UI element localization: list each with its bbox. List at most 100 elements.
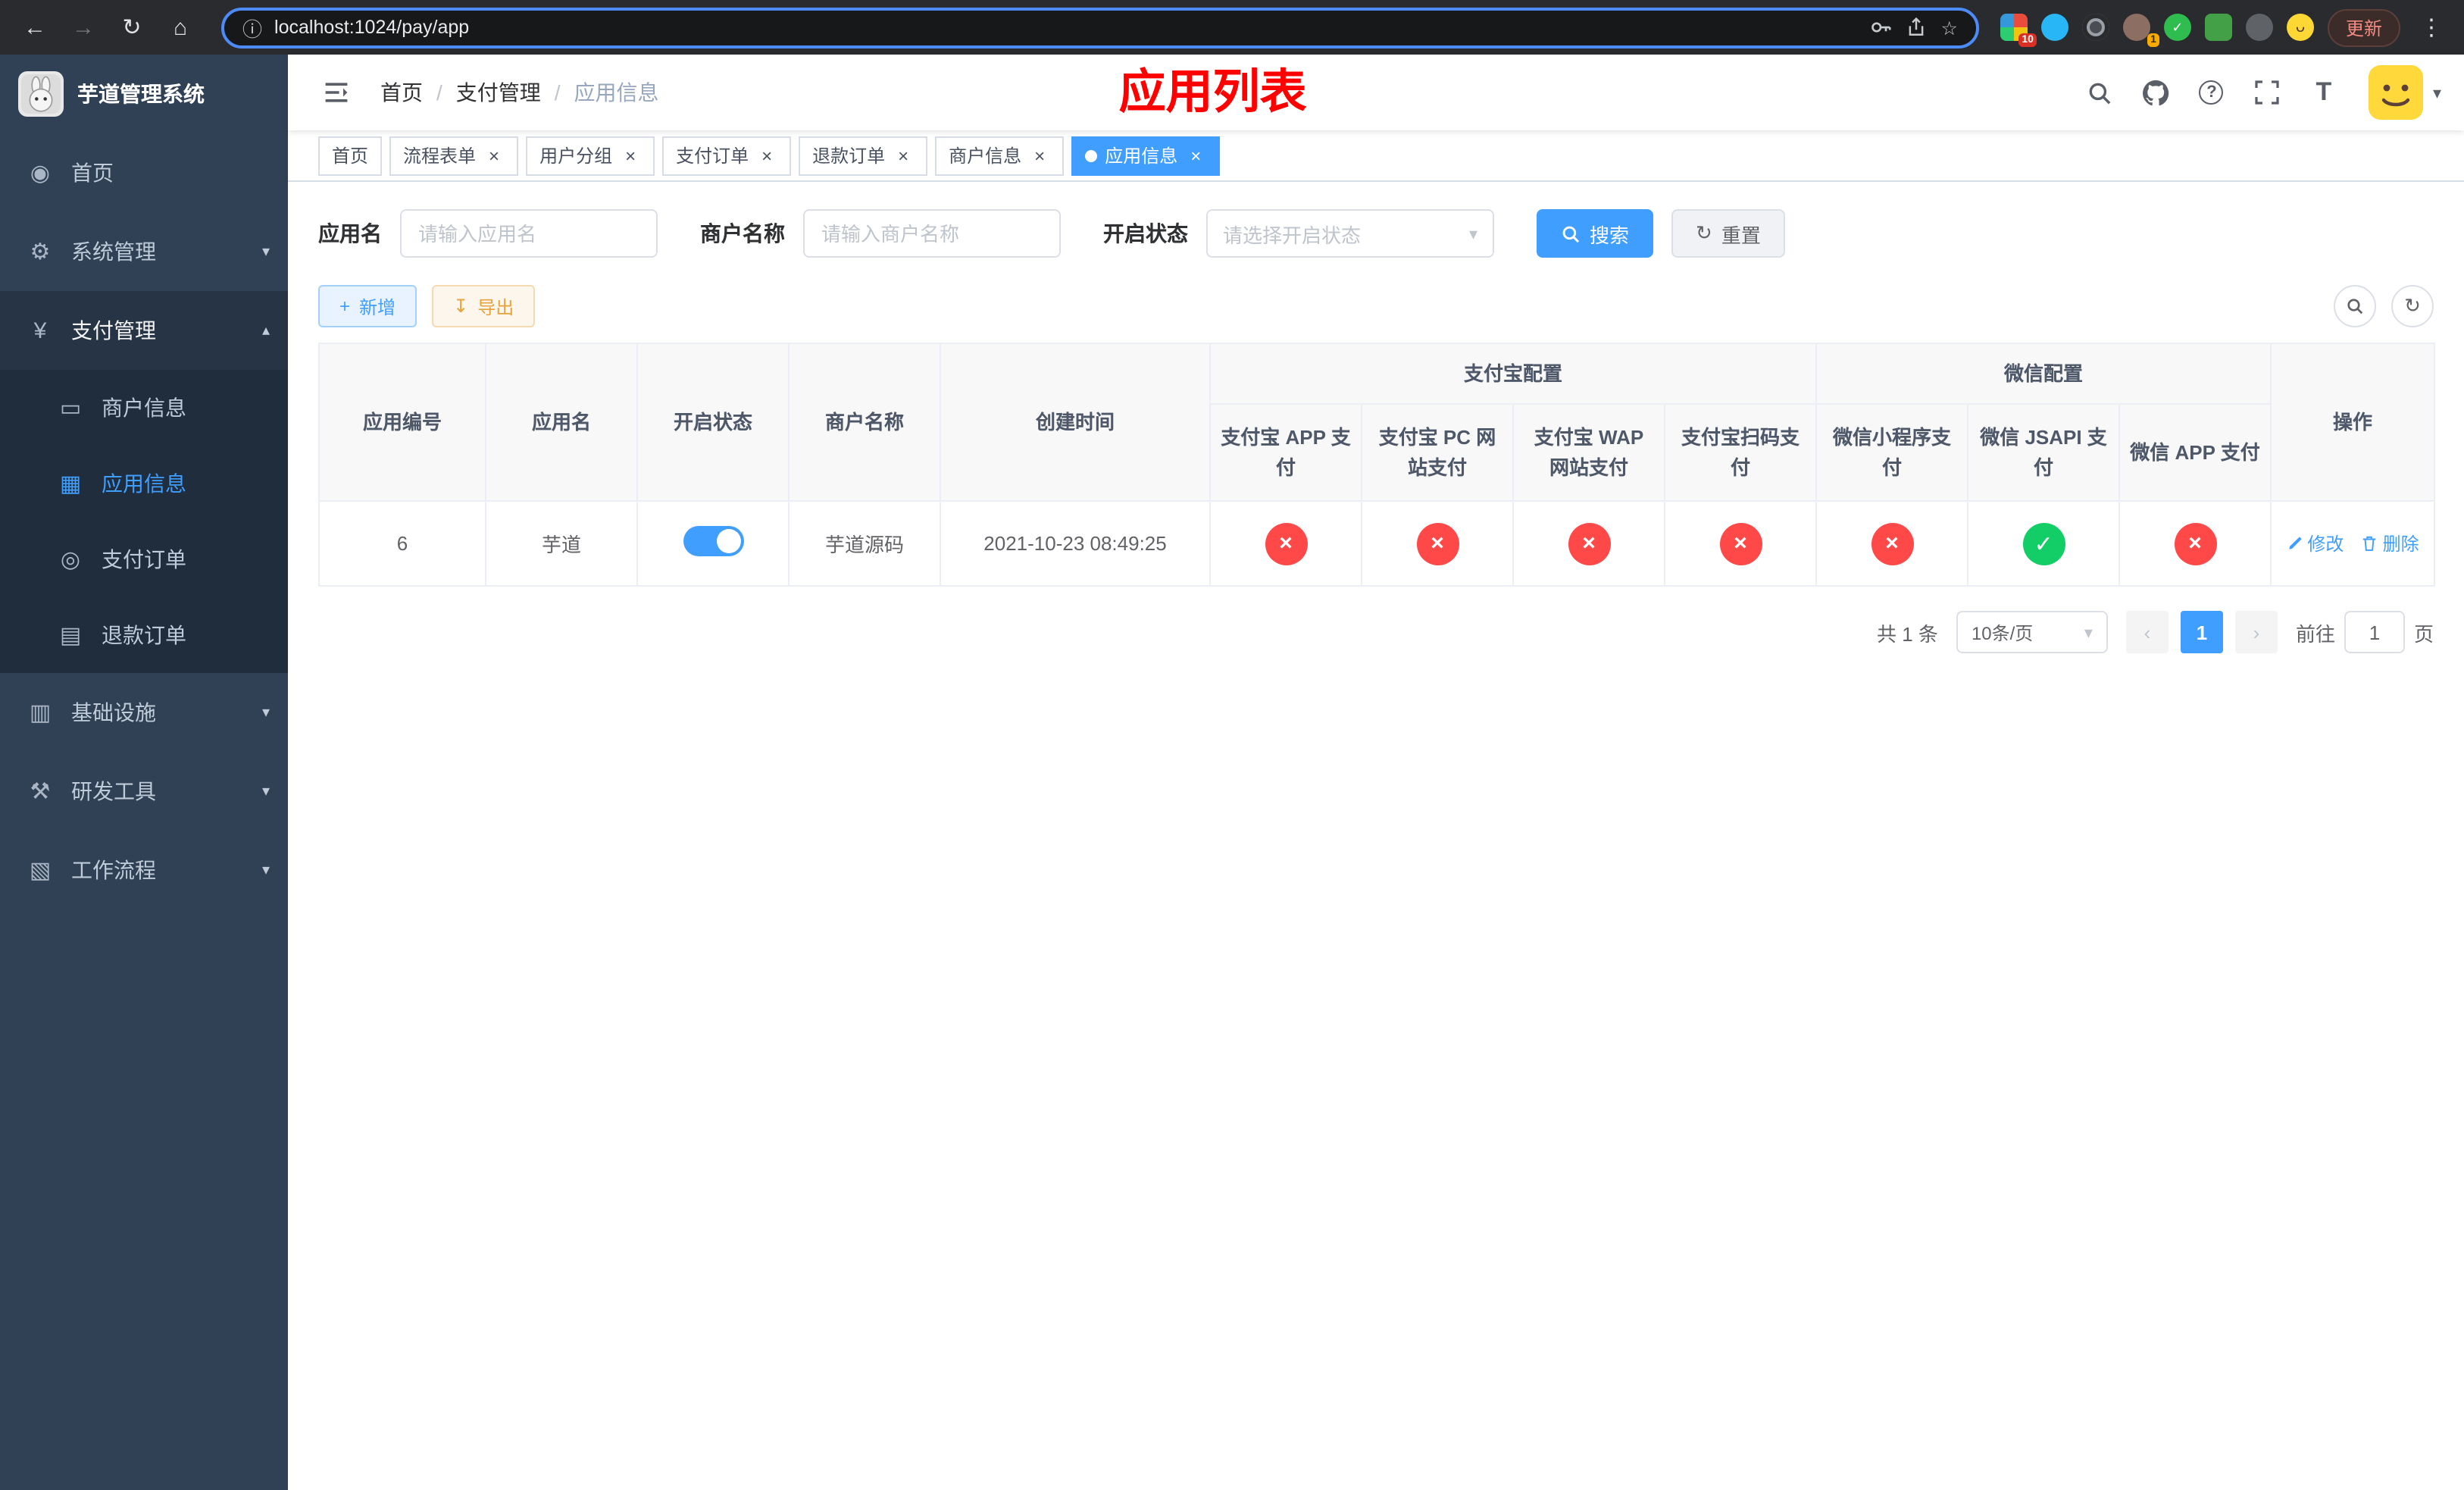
close-tab-icon[interactable]: × [620,145,641,166]
help-icon[interactable]: ? [2195,76,2228,109]
sidebar-item-merchant-info[interactable]: ▭ 商户信息 [0,370,288,446]
app-logo-row[interactable]: 芋道管理系统 [0,55,288,133]
edit-link-label: 修改 [2307,534,2344,555]
hamburger-icon[interactable] [311,67,362,118]
close-tab-icon[interactable]: × [893,145,914,166]
tab-home[interactable]: 首页 [318,136,383,175]
tab-process-form[interactable]: 流程表单 × [389,136,519,175]
chevron-down-icon: ▾ [261,243,270,260]
breadcrumb-payment[interactable]: 支付管理 [456,77,541,108]
sidebar-item-refund-order[interactable]: ▤ 退款订单 [0,597,288,673]
reset-button[interactable]: ↻ 重置 [1671,209,1785,258]
chrome-update-button[interactable]: 更新 [2327,8,2400,46]
app-name-label: 应用名 [318,221,382,246]
avatar-extension-icon[interactable]: 1 [2122,14,2159,47]
tab-user-group[interactable]: 用户分组 × [526,136,655,175]
search-button-label: 搜索 [1590,224,1630,246]
payment-submenu: ▭ 商户信息 ▦ 应用信息 ◎ 支付订单 ▤ 退款订单 [0,370,288,673]
sidebar-menu: ◉ 首页 ⚙ 系统管理 ▾ ¥ 支付管理 ▴ ▭ 商户信息 ▦ 应用信息 ◎ 支… [0,133,288,909]
tab-refund-order[interactable]: 退款订单 × [799,136,928,175]
breadcrumb-current: 应用信息 [574,80,659,105]
browser-home-icon[interactable]: ⌂ [161,8,200,47]
chat-extension-icon[interactable] [2204,14,2232,41]
bank-card-icon: ▭ [59,396,82,421]
url-bar[interactable]: ⓘ localhost:1024/pay/app ☆ [221,7,1979,48]
app-name-input[interactable] [400,209,658,258]
col-app-id: 应用编号 [318,343,486,502]
export-button[interactable]: ↧ 导出 [432,285,536,327]
refresh-table-button[interactable]: ↻ [2391,285,2434,327]
close-tab-icon[interactable]: × [1029,145,1050,166]
sidebar-item-payment[interactable]: ¥ 支付管理 ▴ [0,291,288,370]
tab-pay-order[interactable]: 支付订单 × [662,136,792,175]
export-button-label: 导出 [477,296,514,318]
page-size-select[interactable]: 10条/页 ▾ [1956,611,2108,653]
workflow-icon: ▧ [29,858,52,884]
sidebar-item-pay-order[interactable]: ◎ 支付订单 [0,521,288,597]
col-group-wechat: 微信配置 [1815,343,2272,405]
search-button[interactable]: 搜索 [1537,209,1654,258]
sidebar-item-workflow[interactable]: ▧ 工作流程 ▾ [0,831,288,909]
toolbar-right: ↻ [2334,285,2434,327]
col-app-name: 应用名 [485,343,638,502]
add-button[interactable]: + 新增 [318,285,417,327]
browser-reload-icon[interactable]: ↻ [112,8,152,47]
password-key-icon[interactable] [1870,17,1891,38]
close-tab-icon[interactable]: × [1185,145,1206,166]
breadcrumb-home[interactable]: 首页 [380,77,423,108]
refund-doc-icon: ▤ [59,623,82,649]
next-page-button[interactable]: › [2234,611,2278,653]
config-status-icon: × [1719,522,1762,565]
status-toggle[interactable] [683,526,743,556]
close-tab-icon[interactable]: × [483,145,505,166]
tab-app-info[interactable]: 应用信息 × [1071,136,1221,175]
fullscreen-icon[interactable] [2251,76,2284,109]
emoji-extension-icon[interactable]: ᴗ [2286,14,2314,41]
add-button-label: 新增 [359,296,396,318]
drop-extension-icon[interactable] [2040,14,2068,41]
chrome-menu-icon[interactable]: ⋮ [2414,14,2449,41]
merchant-name-input[interactable] [803,209,1061,258]
search-icon [2347,299,2363,315]
github-icon[interactable] [2139,76,2172,109]
sidebar: 芋道管理系统 ◉ 首页 ⚙ 系统管理 ▾ ¥ 支付管理 ▴ ▭ 商户信息 ▦ 应… [0,55,288,1490]
delete-link-label: 删除 [2382,534,2419,555]
prev-page-button[interactable]: ‹ [2125,611,2169,653]
browser-back-icon[interactable]: ← [15,8,55,47]
config-status-icon: × [2174,522,2217,565]
page-size-value: 10条/页 [1971,622,2034,643]
dark-extension-icon[interactable] [2081,14,2109,41]
app-table: 应用编号 应用名 开启状态 商户名称 创建时间 支付宝配置 微信配置 操作 支付… [318,343,2436,587]
sidebar-item-label: 支付管理 [71,318,156,343]
chevron-down-icon: ▾ [261,862,270,878]
search-icon[interactable] [2083,76,2116,109]
sidebar-item-infrastructure[interactable]: ▥ 基础设施 ▾ [0,673,288,752]
site-info-icon[interactable]: ⓘ [242,13,262,42]
font-size-icon[interactable]: T [2307,76,2340,109]
cell-alipay-qr: × [1663,500,1818,587]
sidebar-item-home[interactable]: ◉ 首页 [0,133,288,212]
toggle-search-button[interactable] [2334,285,2376,327]
close-tab-icon[interactable]: × [756,145,777,166]
bookmark-star-icon[interactable]: ☆ [1941,16,1958,39]
cell-alipay-wap: × [1512,500,1665,587]
tab-merchant-info[interactable]: 商户信息 × [935,136,1065,175]
edit-link[interactable]: 修改 [2286,531,2344,556]
goto-page-input[interactable] [2344,611,2405,653]
sidebar-item-system[interactable]: ⚙ 系统管理 ▾ [0,212,288,291]
sidebar-item-dev-tools[interactable]: ⚒ 研发工具 ▾ [0,752,288,831]
wechat-extension-icon[interactable]: ✓ [2163,14,2191,41]
sidebar-item-app-info[interactable]: ▦ 应用信息 [0,446,288,521]
grid-extension-icon[interactable]: 10 [2000,14,2037,47]
page-1-button[interactable]: 1 [2180,611,2223,653]
user-menu[interactable]: ▾ [2369,65,2441,120]
status-select[interactable]: 请选择开启状态 ▾ [1206,209,1494,258]
share-icon[interactable] [1906,17,1926,38]
url-text[interactable]: localhost:1024/pay/app [274,17,1858,38]
profile-extension-icon[interactable] [2245,14,2273,41]
delete-link[interactable]: 删除 [2362,531,2419,556]
chevron-down-icon: ▾ [261,704,270,721]
browser-forward-icon[interactable]: → [64,8,103,47]
browser-chrome: ← → ↻ ⌂ ⓘ localhost:1024/pay/app ☆ 10 1 … [0,0,2464,55]
gear-icon: ⚙ [30,239,51,265]
